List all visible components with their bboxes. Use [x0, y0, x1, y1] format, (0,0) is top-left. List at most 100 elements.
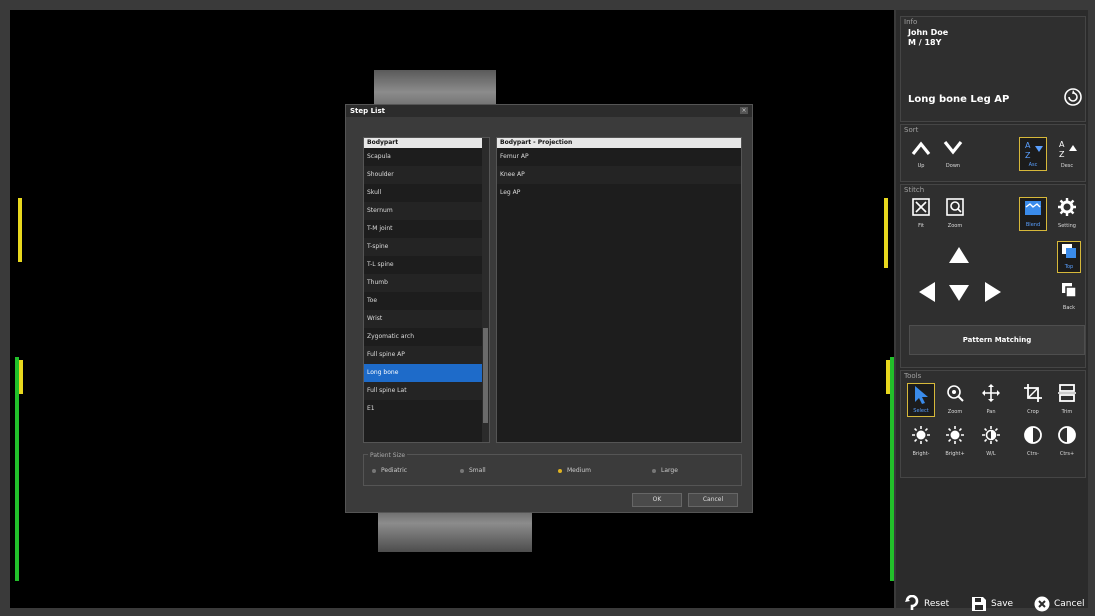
triangle-right-icon: [985, 282, 1001, 302]
select-tool-button[interactable]: Select: [907, 383, 935, 417]
save-button[interactable]: Save: [971, 593, 1013, 615]
bodypart-row[interactable]: Wrist: [364, 310, 489, 328]
left-yellow-marker-2[interactable]: [19, 360, 23, 394]
projection-list[interactable]: Bodypart - Projection Femur AP Knee AP Leg…: [496, 137, 742, 443]
sun-dim-icon: [912, 426, 930, 444]
bodypart-scrollbar[interactable]: [482, 138, 489, 442]
projection-row[interactable]: Knee AP: [497, 166, 741, 184]
crop-tool-button[interactable]: Crop: [1019, 383, 1047, 417]
reset-button[interactable]: Reset: [904, 593, 949, 615]
back-button[interactable]: Back: [1057, 281, 1081, 313]
move-right-button[interactable]: [981, 281, 1005, 305]
scrollbar-thumb[interactable]: [483, 328, 488, 423]
bodypart-row[interactable]: Skull: [364, 184, 489, 202]
zoom-tool-button[interactable]: Zoom: [941, 383, 969, 417]
bodypart-row[interactable]: Toe: [364, 292, 489, 310]
cancel-button[interactable]: Cancel: [1034, 593, 1085, 615]
refresh-button[interactable]: [1061, 87, 1085, 111]
right-yellow-marker-2[interactable]: [886, 360, 890, 394]
svg-text:A: A: [1059, 140, 1065, 149]
bodypart-row[interactable]: Scapula: [364, 148, 489, 166]
move-up-button[interactable]: [946, 245, 972, 269]
bodypart-row[interactable]: Thumb: [364, 274, 489, 292]
pan-icon: [982, 384, 1000, 402]
dialog-cancel-button[interactable]: Cancel: [688, 493, 738, 507]
patient-size-radio-medium[interactable]: Medium: [558, 467, 591, 474]
right-yellow-marker[interactable]: [884, 198, 888, 268]
move-down-button[interactable]: [946, 283, 972, 307]
projection-row[interactable]: Femur AP: [497, 148, 741, 166]
bodypart-row[interactable]: T-spine: [364, 238, 489, 256]
bodypart-row[interactable]: Shoulder: [364, 166, 489, 184]
bodypart-row[interactable]: Zygomatic arch: [364, 328, 489, 346]
save-label: Save: [991, 599, 1014, 609]
sort-down-label: Down: [945, 163, 961, 169]
left-yellow-marker[interactable]: [18, 198, 22, 262]
svg-text:A: A: [1025, 141, 1031, 150]
sort-asc-button[interactable]: AZ Asc: [1019, 137, 1047, 171]
patient-name: John Doe: [908, 28, 949, 37]
projection-row[interactable]: Leg AP: [497, 184, 741, 202]
bright-plus-label: Bright+: [945, 451, 965, 457]
trim-icon: [1058, 384, 1076, 402]
info-label: Info: [904, 18, 918, 26]
trim-label: Trim: [1061, 409, 1073, 415]
right-green-marker[interactable]: [890, 357, 894, 581]
contrast-plus-button[interactable]: Ctrs+: [1053, 425, 1081, 459]
pattern-matching-button[interactable]: Pattern Matching: [909, 325, 1085, 355]
contrast-minus-button[interactable]: Ctrs-: [1019, 425, 1047, 459]
trim-tool-button[interactable]: Trim: [1053, 383, 1081, 417]
bodypart-row[interactable]: Full spine Lat: [364, 382, 489, 400]
sort-desc-label: Desc: [1060, 163, 1074, 169]
bodypart-row[interactable]: T-M joint: [364, 220, 489, 238]
svg-text:Z: Z: [1025, 151, 1031, 160]
blend-button[interactable]: Blend: [1019, 197, 1047, 231]
blend-label: Blend: [1025, 222, 1041, 228]
setting-button[interactable]: Setting: [1053, 197, 1081, 231]
close-icon[interactable]: ×: [740, 107, 748, 114]
reset-label: Reset: [924, 599, 950, 609]
magnifier-icon: [947, 385, 964, 402]
top-button[interactable]: Top: [1057, 241, 1081, 273]
sort-up-label: Up: [917, 163, 925, 169]
patient-size-option-label: Medium: [567, 467, 591, 474]
patient-size-radio-large[interactable]: Large: [652, 467, 678, 474]
bodypart-row[interactable]: Full spine AP: [364, 346, 489, 364]
bodypart-row[interactable]: T-L spine: [364, 256, 489, 274]
fit-button[interactable]: Fit: [907, 197, 935, 231]
patient-size-radio-small[interactable]: Small: [460, 467, 486, 474]
top-label: Top: [1064, 264, 1074, 270]
layer-top-icon: [1062, 244, 1076, 258]
stitch-zoom-button[interactable]: Zoom: [941, 197, 969, 231]
patient-size-option-label: Pediatric: [381, 467, 408, 474]
bodypart-row[interactable]: Long bone: [364, 364, 489, 382]
bodypart-list[interactable]: Bodypart Scapula Shoulder Skull Sternum T-M …: [363, 137, 490, 443]
move-left-button[interactable]: [915, 281, 939, 305]
crop-icon: [1024, 384, 1042, 402]
window-level-button[interactable]: W/L: [977, 425, 1005, 459]
fit-label: Fit: [918, 223, 924, 229]
contrast-icon: [1024, 426, 1042, 444]
window-level-icon: [982, 426, 1000, 444]
sort-desc-icon: AZ: [1059, 140, 1077, 159]
sort-up-button[interactable]: Up: [907, 137, 935, 171]
pan-tool-button[interactable]: Pan: [977, 383, 1005, 417]
floppy-icon: [972, 597, 986, 611]
patient-size-option-label: Large: [661, 467, 678, 474]
sort-down-button[interactable]: Down: [939, 137, 967, 171]
bright-minus-button[interactable]: Bright-: [907, 425, 935, 459]
chevron-up-icon: [911, 141, 931, 155]
bodypart-row[interactable]: E1: [364, 400, 489, 418]
info-section: Info John Doe M / 18Y Long bone Leg AP: [900, 16, 1086, 122]
stitch-zoom-label: Zoom: [947, 223, 963, 229]
bodypart-header: Bodypart: [364, 138, 489, 148]
sort-asc-label: Asc: [1028, 162, 1038, 168]
chevron-down-icon: [943, 141, 963, 155]
patient-size-radio-pediatric[interactable]: Pediatric: [372, 467, 407, 474]
bright-plus-button[interactable]: Bright+: [941, 425, 969, 459]
crop-label: Crop: [1027, 409, 1039, 415]
bodypart-row[interactable]: Sternum: [364, 202, 489, 220]
tools-section: Tools Select Zoom Pan Crop Trim Bright- …: [900, 370, 1086, 478]
ok-button[interactable]: OK: [632, 493, 682, 507]
sort-desc-button[interactable]: AZ Desc: [1053, 137, 1081, 171]
